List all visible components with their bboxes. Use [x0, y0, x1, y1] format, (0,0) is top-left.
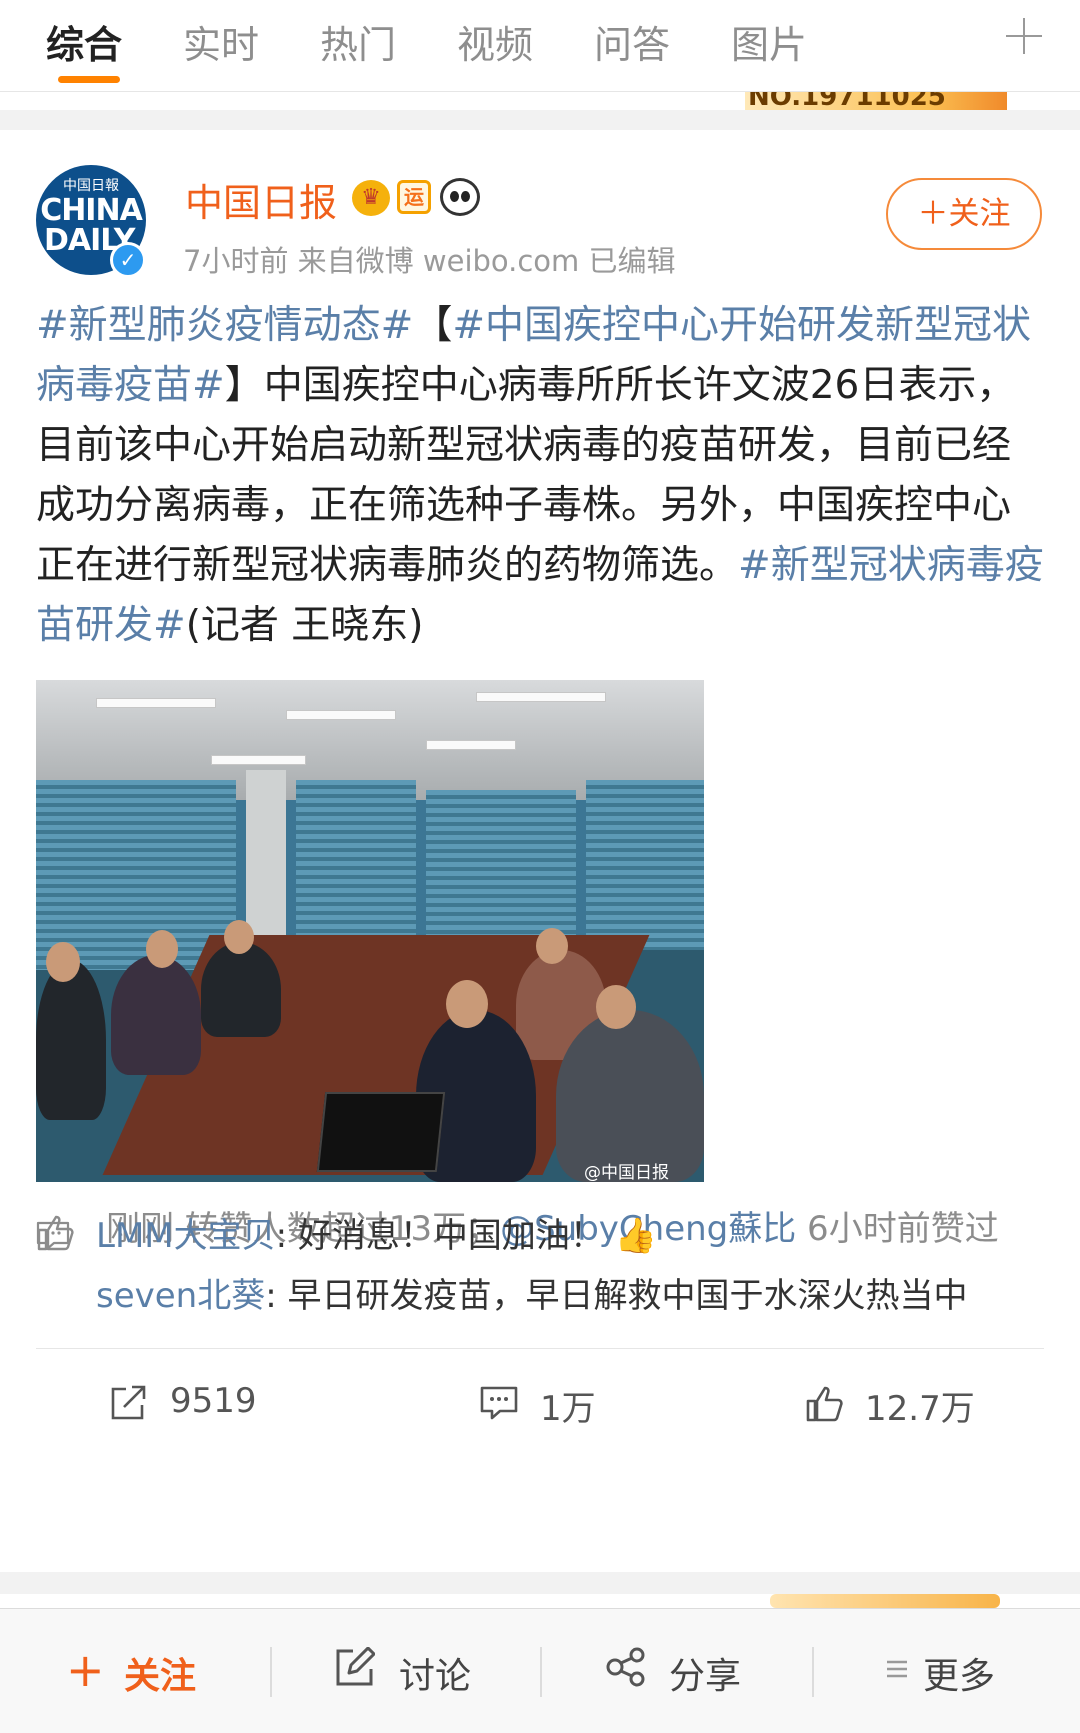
- plus-icon[interactable]: [1004, 16, 1044, 56]
- photo-person-head: [596, 985, 636, 1029]
- edited-label: 已编辑: [588, 244, 676, 278]
- photo-person-head: [146, 930, 178, 968]
- tab-realtime[interactable]: 实时: [183, 14, 259, 69]
- feed-separator: [0, 1572, 1080, 1594]
- action-divider: [36, 1348, 1044, 1349]
- tab-comprehensive[interactable]: 综合: [46, 14, 122, 69]
- photo-person-head: [46, 942, 80, 982]
- comment-icon: [36, 1221, 70, 1251]
- plus-icon: +: [66, 1643, 105, 1697]
- thumbs-up-emoji: 👍: [614, 1216, 658, 1256]
- follow-tab-label: 关注: [124, 1656, 197, 1697]
- image-watermark: @中国日报: [584, 1163, 669, 1182]
- photo-light: [476, 692, 606, 702]
- post-photo[interactable]: @中国日报: [36, 680, 704, 1182]
- thumbs-up-icon: [806, 1386, 843, 1422]
- badge-number: NO.19711025: [748, 92, 946, 112]
- hashtag-link[interactable]: #新型肺炎疫情动态#: [36, 303, 413, 348]
- post-meta: 7小时前 来自微博 weibo.com 已编辑: [183, 238, 676, 280]
- repost-icon: [111, 1385, 146, 1420]
- bar-divider: [270, 1647, 272, 1697]
- active-tab-indicator: [58, 76, 120, 83]
- comment-item[interactable]: LMM大宝贝: 好消息！中国加油！ 👍: [96, 1208, 657, 1257]
- menu-icon: [887, 1660, 907, 1678]
- comment-icon: [480, 1386, 518, 1420]
- panda-badge-icon[interactable]: [440, 178, 480, 216]
- photo-laptop: [316, 1092, 446, 1172]
- photo-light: [426, 740, 516, 750]
- post-time: 7小时前: [183, 244, 289, 278]
- discuss-label: 讨论: [399, 1656, 472, 1697]
- edit-icon: [336, 1647, 375, 1686]
- photo-person: [556, 1010, 704, 1182]
- tab-video[interactable]: 视频: [457, 14, 533, 69]
- likes-summary-suffix: 6小时前赞过: [796, 1209, 999, 1249]
- tab-images[interactable]: 图片: [731, 14, 807, 69]
- yun-badge-icon[interactable]: 运: [397, 180, 431, 214]
- photo-light: [286, 710, 396, 720]
- post-body: #新型肺炎疫情动态#【#中国疾控中心开始研发新型冠状病毒疫苗#】中国疾控中心病毒…: [36, 296, 1046, 656]
- bar-divider: [812, 1647, 814, 1697]
- post-byline: (记者 王晓东): [185, 603, 424, 648]
- verified-icon: ✓: [110, 242, 146, 278]
- author-name[interactable]: 中国日报: [185, 172, 337, 227]
- comment-text: : 好消息！中国加油！: [275, 1216, 604, 1256]
- post-source: 来自微博 weibo.com: [297, 244, 580, 278]
- more-label: 更多: [923, 1656, 996, 1697]
- bracket-open: 【: [413, 303, 453, 348]
- badge-banner: [770, 1594, 1000, 1608]
- comment-author[interactable]: seven北葵: [96, 1276, 265, 1316]
- photo-person-head: [446, 980, 488, 1028]
- tab-hot[interactable]: 热门: [320, 14, 396, 69]
- tab-qa[interactable]: 问答: [594, 14, 670, 69]
- bar-divider: [540, 1647, 542, 1697]
- crown-badge-icon[interactable]: ♛: [352, 180, 390, 216]
- next-post-peek: [0, 1594, 1080, 1608]
- comment-author[interactable]: LMM大宝贝: [96, 1216, 276, 1256]
- share-label: 分享: [669, 1656, 742, 1697]
- photo-person: [111, 955, 201, 1075]
- follow-button[interactable]: ＋关注: [886, 178, 1042, 250]
- comment-item[interactable]: seven北葵: 早日研发疫苗，早日解救中国于水深火热当中: [96, 1268, 968, 1317]
- bracket-close: 】: [224, 363, 264, 408]
- avatar-text-small: 中国日報: [63, 178, 119, 194]
- photo-light: [211, 755, 306, 765]
- comment-count: 1万: [540, 1389, 596, 1429]
- bottom-action-bar: + 关注 讨论 分享 更多: [0, 1608, 1080, 1733]
- photo-window-blind: [426, 790, 576, 940]
- search-tab-bar: 综合 实时 热门 视频 问答 图片: [0, 0, 1080, 92]
- repost-count: 9519: [170, 1381, 257, 1421]
- comment-text: : 早日研发疫苗，早日解救中国于水深火热当中: [265, 1276, 968, 1316]
- like-count: 12.7万: [865, 1389, 975, 1429]
- photo-light: [96, 698, 216, 708]
- share-icon: [606, 1647, 645, 1687]
- photo-person-head: [224, 920, 254, 954]
- feed-separator: [0, 110, 1080, 132]
- photo-person-head: [536, 928, 568, 964]
- weibo-post-card: 中国日報 CHINA DAILY ✓ 中国日报 ♛ 运 7小时前 来自微博 we…: [0, 130, 1080, 1572]
- photo-person: [201, 942, 281, 1037]
- photo-window-blind: [586, 780, 704, 950]
- photo-person: [36, 960, 106, 1120]
